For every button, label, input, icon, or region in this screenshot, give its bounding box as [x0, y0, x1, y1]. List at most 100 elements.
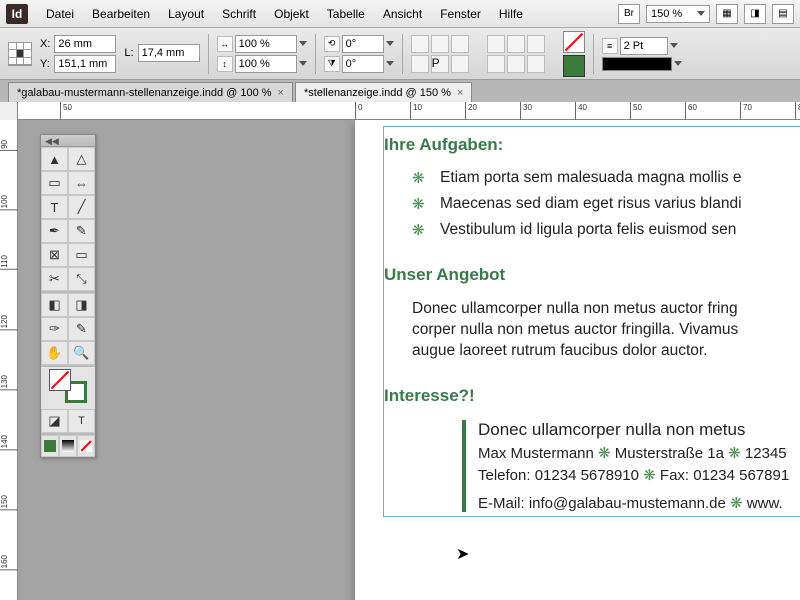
- ruler-tick: 80: [795, 102, 800, 120]
- fill-color-swatch[interactable]: [49, 369, 71, 391]
- scale-x-icon: ↔: [217, 36, 233, 52]
- zoom-tool[interactable]: 🔍: [68, 341, 95, 365]
- horizontal-ruler[interactable]: 5001020304050607080: [0, 102, 800, 120]
- stroke-style[interactable]: [602, 57, 672, 71]
- gradient-feather-tool[interactable]: ◨: [68, 293, 95, 317]
- shear-input[interactable]: 0°: [342, 55, 384, 73]
- vertical-ruler[interactable]: 90100110120130140150160: [0, 120, 18, 600]
- ruler-tick: 30: [520, 102, 532, 120]
- apply-none[interactable]: [77, 435, 95, 457]
- menu-tabelle[interactable]: Tabelle: [319, 4, 373, 24]
- menu-objekt[interactable]: Objekt: [266, 4, 317, 24]
- direct-selection-tool[interactable]: △: [68, 147, 95, 171]
- align-5-icon[interactable]: [507, 55, 525, 73]
- x-input[interactable]: 26 mm: [54, 35, 116, 53]
- reference-point[interactable]: [8, 42, 32, 66]
- menu-ansicht[interactable]: Ansicht: [375, 4, 430, 24]
- align-4-icon[interactable]: [487, 55, 505, 73]
- shear-icon: ⧩: [324, 56, 340, 72]
- x-label: X:: [40, 38, 50, 50]
- ruler-origin[interactable]: [0, 102, 18, 120]
- list-item: Maecenas sed diam eget risus varius blan…: [412, 195, 800, 213]
- ruler-tick: 140: [0, 435, 18, 450]
- y-label: Y:: [40, 58, 50, 70]
- select-container-icon[interactable]: [451, 55, 469, 73]
- menu-hilfe[interactable]: Hilfe: [491, 4, 531, 24]
- close-icon[interactable]: ×: [278, 87, 284, 99]
- stroke-swatch[interactable]: [563, 55, 585, 77]
- ruler-tick: 40: [575, 102, 587, 120]
- y-input[interactable]: 151,1 mm: [54, 55, 116, 73]
- panel-header[interactable]: ◀◀: [41, 135, 95, 147]
- chevron-down-icon: [697, 11, 705, 16]
- collapse-icon[interactable]: ◀◀: [45, 136, 59, 147]
- stroke-weight-input[interactable]: 2 Pt: [620, 37, 668, 55]
- apply-color[interactable]: [41, 435, 59, 457]
- close-icon[interactable]: ×: [457, 87, 463, 99]
- ruler-tick: 110: [0, 255, 18, 270]
- pencil-tool[interactable]: ✎: [68, 219, 95, 243]
- document-tab-2[interactable]: *stellenanzeige.indd @ 150 % ×: [295, 82, 472, 102]
- formatting-text[interactable]: T: [68, 409, 95, 433]
- free-transform-tool[interactable]: ⤡: [68, 267, 95, 291]
- menu-layout[interactable]: Layout: [160, 4, 212, 24]
- zoom-level[interactable]: 150 %: [646, 5, 710, 23]
- ruler-tick: 70: [740, 102, 752, 120]
- apply-gradient[interactable]: [59, 435, 77, 457]
- align-2-icon[interactable]: [507, 35, 525, 53]
- align-3-icon[interactable]: [527, 35, 545, 53]
- hand-tool[interactable]: ✋: [41, 341, 68, 365]
- ruler-tick: 10: [410, 102, 422, 120]
- rectangle-tool[interactable]: ▭: [68, 243, 95, 267]
- l-input[interactable]: 17,4 mm: [138, 44, 200, 62]
- text-frame[interactable]: Ihre Aufgaben: Etiam porta sem malesuada…: [383, 126, 800, 517]
- ruler-tick: 100: [0, 195, 18, 210]
- menu-datei[interactable]: Datei: [38, 4, 82, 24]
- selection-tool[interactable]: ▲: [41, 147, 68, 171]
- ruler-tick: 160: [0, 555, 18, 570]
- tools-panel: ◀◀ ▲ △ ▭ ⇔ T ╱ ✒ ✎ ⊠ ▭ ✂ ⤡ ◧ ◨ ✑ ✎ ✋ 🔍 ◪…: [40, 134, 96, 458]
- screen-mode-button[interactable]: ◨: [744, 4, 766, 24]
- menu-bearbeiten[interactable]: Bearbeiten: [84, 4, 158, 24]
- page[interactable]: Ihre Aufgaben: Etiam porta sem malesuada…: [355, 120, 800, 600]
- list-item: Vestibulum id ligula porta felis euismod…: [412, 221, 800, 239]
- line-tool[interactable]: ╱: [68, 195, 95, 219]
- menu-schrift[interactable]: Schrift: [214, 4, 264, 24]
- document-tab-1[interactable]: *galabau-mustermann-stellenanzeige.indd …: [8, 82, 293, 102]
- page-tool[interactable]: ▭: [41, 171, 68, 195]
- rotate-cw-icon[interactable]: [411, 35, 429, 53]
- char-icon[interactable]: P: [431, 55, 449, 73]
- heading-interesse: Interesse?!: [384, 386, 800, 406]
- ruler-tick: 150: [0, 495, 18, 510]
- bullet-list: Etiam porta sem malesuada magna mollis e…: [412, 169, 800, 239]
- flip-v-icon[interactable]: [411, 55, 429, 73]
- eyedropper-tool[interactable]: ✎: [68, 317, 95, 341]
- flip-h-icon[interactable]: [451, 35, 469, 53]
- gradient-swatch-tool[interactable]: ◧: [41, 293, 68, 317]
- scale-y-input[interactable]: 100 %: [235, 55, 297, 73]
- view-options-button[interactable]: ▦: [716, 4, 738, 24]
- note-tool[interactable]: ✑: [41, 317, 68, 341]
- ruler-tick: 60: [685, 102, 697, 120]
- canvas[interactable]: Ihre Aufgaben: Etiam porta sem malesuada…: [18, 120, 800, 600]
- gap-tool[interactable]: ⇔: [68, 171, 95, 195]
- rectangle-frame-tool[interactable]: ⊠: [41, 243, 68, 267]
- bridge-button[interactable]: Br: [618, 4, 640, 24]
- fill-stroke-swatch[interactable]: [41, 367, 95, 409]
- ruler-tick: 90: [0, 140, 18, 151]
- formatting-container[interactable]: ◪: [41, 409, 68, 433]
- rotate-ccw-icon[interactable]: [431, 35, 449, 53]
- align-options: [487, 35, 555, 73]
- scale-x-input[interactable]: 100 %: [235, 35, 297, 53]
- list-item: Etiam porta sem malesuada magna mollis e: [412, 169, 800, 187]
- align-6-icon[interactable]: [527, 55, 545, 73]
- scissors-tool[interactable]: ✂: [41, 267, 68, 291]
- arrange-button[interactable]: ▤: [772, 4, 794, 24]
- pen-tool[interactable]: ✒: [41, 219, 68, 243]
- menu-fenster[interactable]: Fenster: [432, 4, 489, 24]
- align-1-icon[interactable]: [487, 35, 505, 53]
- zoom-value: 150 %: [651, 8, 682, 20]
- type-tool[interactable]: T: [41, 195, 68, 219]
- fill-swatch[interactable]: [563, 31, 585, 53]
- rotate-input[interactable]: 0°: [342, 35, 384, 53]
